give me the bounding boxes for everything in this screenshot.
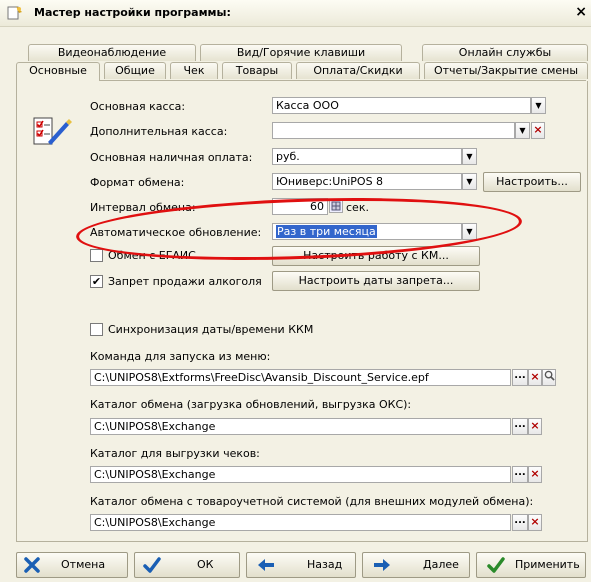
ok-check-icon	[143, 557, 161, 573]
exchange-dir-browse-button[interactable]: ...	[512, 418, 528, 435]
tab-main[interactable]: Основные	[16, 62, 100, 81]
cash-payment-dropdown[interactable]: ▼	[462, 148, 477, 165]
apply-button[interactable]: Применить	[476, 552, 586, 578]
menu-command-field[interactable]: C:\UNIPOS8\Extforms\FreeDisc\Avansib_Dis…	[90, 369, 511, 386]
exchange-format-field[interactable]: Юниверс:UniPOS 8	[272, 173, 462, 190]
title-bar: Мастер настройки программы: ×	[0, 0, 591, 27]
apply-check-icon	[487, 557, 505, 573]
receipts-dir-browse-button[interactable]: ...	[512, 466, 528, 483]
extra-kassa-dropdown[interactable]: ▼	[515, 122, 530, 139]
accounting-dir-label: Каталог обмена с товароучетной системой …	[90, 495, 534, 508]
tab-payment-discounts[interactable]: Оплата/Скидки	[296, 62, 420, 79]
close-icon[interactable]: ×	[575, 4, 587, 20]
tab-reports-close-shift[interactable]: Отчеты/Закрытие смены	[424, 62, 588, 79]
sync-datetime-label: Синхронизация даты/времени ККМ	[108, 323, 314, 336]
cancel-button-label: Отмена	[61, 558, 106, 571]
back-button[interactable]: Назад	[246, 552, 356, 578]
settings-wizard-icon	[33, 117, 72, 145]
cash-payment-label: Основная наличная оплата:	[90, 151, 253, 164]
main-kassa-dropdown[interactable]: ▼	[531, 97, 546, 114]
exchange-dir-field[interactable]: C:\UNIPOS8\Exchange	[90, 418, 511, 435]
tab-general[interactable]: Общие	[104, 62, 166, 79]
wizard-app-icon	[7, 6, 22, 20]
exchange-dir-clear-icon[interactable]: ×	[528, 418, 542, 435]
wizard-button-bar: Отмена ОК Назад Далее Применить	[0, 548, 591, 582]
extra-kassa-label: Дополнительная касса:	[90, 125, 228, 138]
tab-receipt[interactable]: Чек	[170, 62, 218, 79]
cancel-button[interactable]: Отмена	[16, 552, 128, 578]
accounting-dir-browse-button[interactable]: ...	[512, 514, 528, 531]
accounting-dir-clear-icon[interactable]: ×	[528, 514, 542, 531]
exchange-format-label: Формат обмена:	[90, 176, 185, 189]
tab-goods[interactable]: Товары	[222, 62, 292, 79]
next-button[interactable]: Далее	[362, 552, 470, 578]
main-kassa-field[interactable]: Касса ООО	[272, 97, 531, 114]
exchange-dir-label: Каталог обмена (загрузка обновлений, выг…	[90, 398, 412, 411]
receipts-dir-field[interactable]: C:\UNIPOS8\Exchange	[90, 466, 511, 483]
menu-command-search-icon[interactable]	[542, 369, 556, 386]
sync-datetime-checkbox[interactable]	[90, 323, 103, 336]
tab-view-hotkeys[interactable]: Вид/Горячие клавиши	[200, 44, 402, 61]
tab-video[interactable]: Видеонаблюдение	[28, 44, 196, 61]
apply-button-label: Применить	[515, 558, 580, 571]
ok-button-label: ОК	[197, 558, 214, 571]
cash-payment-field[interactable]: руб.	[272, 148, 462, 165]
tab-online-services[interactable]: Онлайн службы	[422, 44, 588, 61]
accounting-dir-field[interactable]: C:\UNIPOS8\Exchange	[90, 514, 511, 531]
ok-button[interactable]: ОК	[134, 552, 240, 578]
window-title: Мастер настройки программы:	[34, 6, 231, 19]
menu-command-browse-button[interactable]: ...	[512, 369, 528, 386]
alcohol-ban-checkbox[interactable]: ✔	[90, 275, 103, 288]
receipts-dir-label: Каталог для выгрузки чеков:	[90, 447, 260, 460]
arrow-left-icon	[258, 559, 274, 571]
cancel-icon	[24, 557, 40, 573]
receipts-dir-clear-icon[interactable]: ×	[528, 466, 542, 483]
wizard-window: Мастер настройки программы: × Видеонаблю…	[0, 0, 591, 582]
main-kassa-label: Основная касса:	[90, 100, 186, 113]
alcohol-ban-label: Запрет продажи алкоголя	[108, 275, 262, 288]
next-button-label: Далее	[423, 558, 459, 571]
back-button-label: Назад	[307, 558, 343, 571]
menu-command-label: Команда для запуска из меню:	[90, 350, 271, 363]
configure-exchange-button[interactable]: Настроить...	[483, 172, 581, 192]
egais-checkbox[interactable]	[90, 249, 103, 262]
arrow-right-icon	[374, 559, 390, 571]
extra-kassa-field[interactable]	[272, 122, 515, 139]
configure-ban-dates-button[interactable]: Настроить даты запрета...	[272, 271, 480, 291]
extra-kassa-clear-icon[interactable]: ×	[531, 122, 545, 139]
exchange-format-dropdown[interactable]: ▼	[462, 173, 477, 190]
menu-command-clear-icon[interactable]: ×	[528, 369, 542, 386]
